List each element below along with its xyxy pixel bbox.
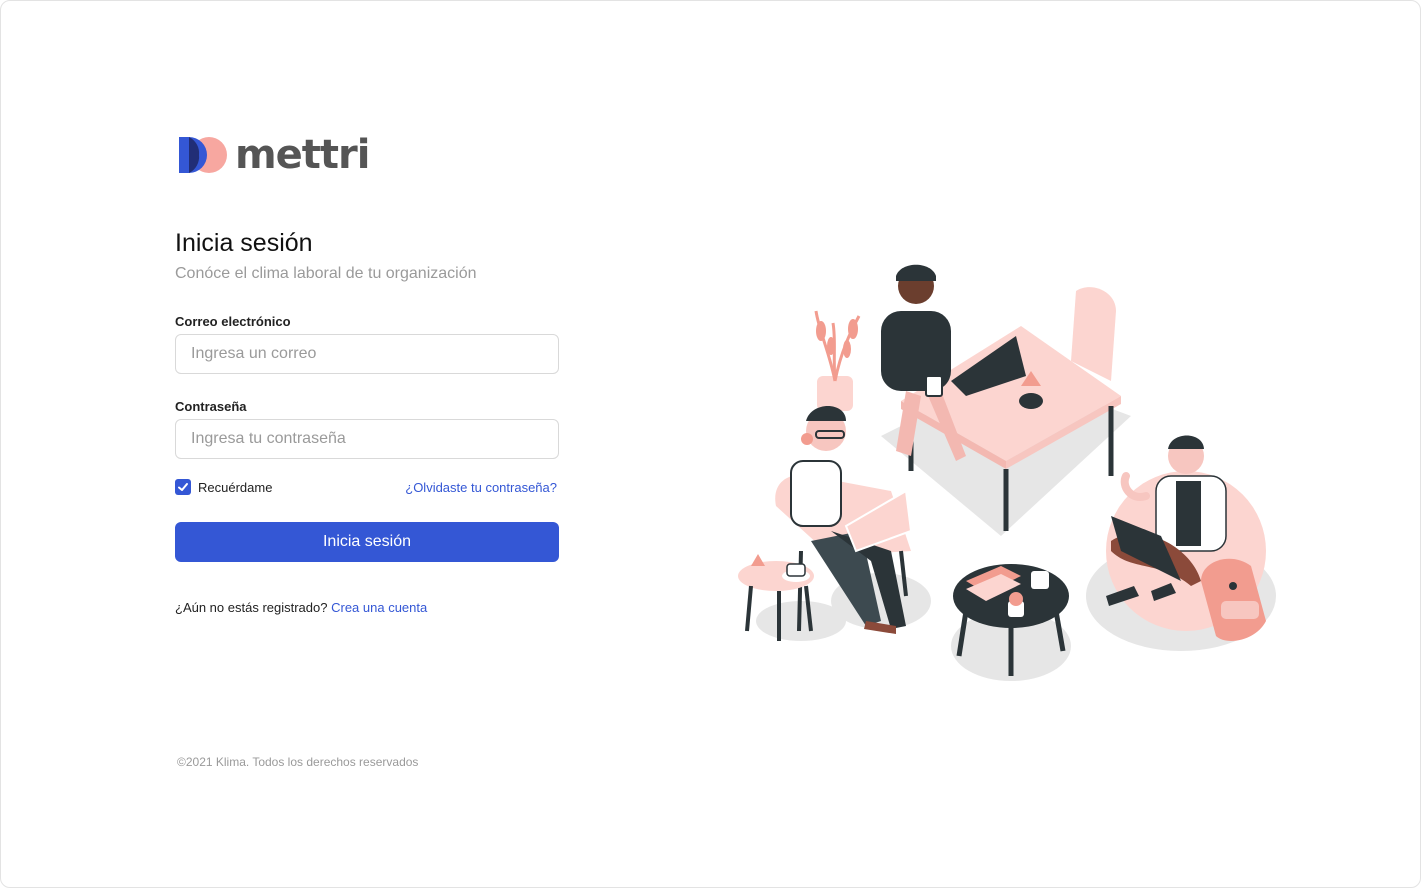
remember-label: Recuérdame [198, 479, 273, 495]
page-subtitle: Conóce el clima laboral de tu organizaci… [175, 265, 477, 282]
login-button[interactable]: Inicia sesión [175, 522, 559, 562]
brand-name: mettri [235, 132, 370, 178]
check-icon [178, 483, 188, 491]
footer-copyright: ©2021 Klima. Todos los derechos reservad… [177, 755, 419, 769]
forgot-password-link[interactable]: ¿Olvidaste tu contraseña? [405, 480, 557, 495]
email-label: Correo electrónico [175, 314, 291, 329]
register-prompt-text: ¿Aún no estás registrado? [175, 600, 328, 615]
create-account-link[interactable]: Crea una cuenta [331, 600, 427, 615]
password-field[interactable] [175, 419, 559, 459]
coworking-illustration [738, 264, 1276, 681]
register-prompt: ¿Aún no estás registrado? Crea una cuent… [175, 600, 427, 615]
mettri-logo-icon [177, 135, 229, 175]
page-title: Inicia sesión [175, 229, 313, 257]
login-page: mettri Inicia sesión Conóce el clima lab… [0, 0, 1421, 888]
remember-me[interactable]: Recuérdame [175, 479, 272, 495]
remember-checkbox[interactable] [175, 479, 191, 495]
email-field[interactable] [175, 334, 559, 374]
brand-logo: mettri [177, 135, 370, 175]
password-label: Contraseña [175, 399, 247, 414]
